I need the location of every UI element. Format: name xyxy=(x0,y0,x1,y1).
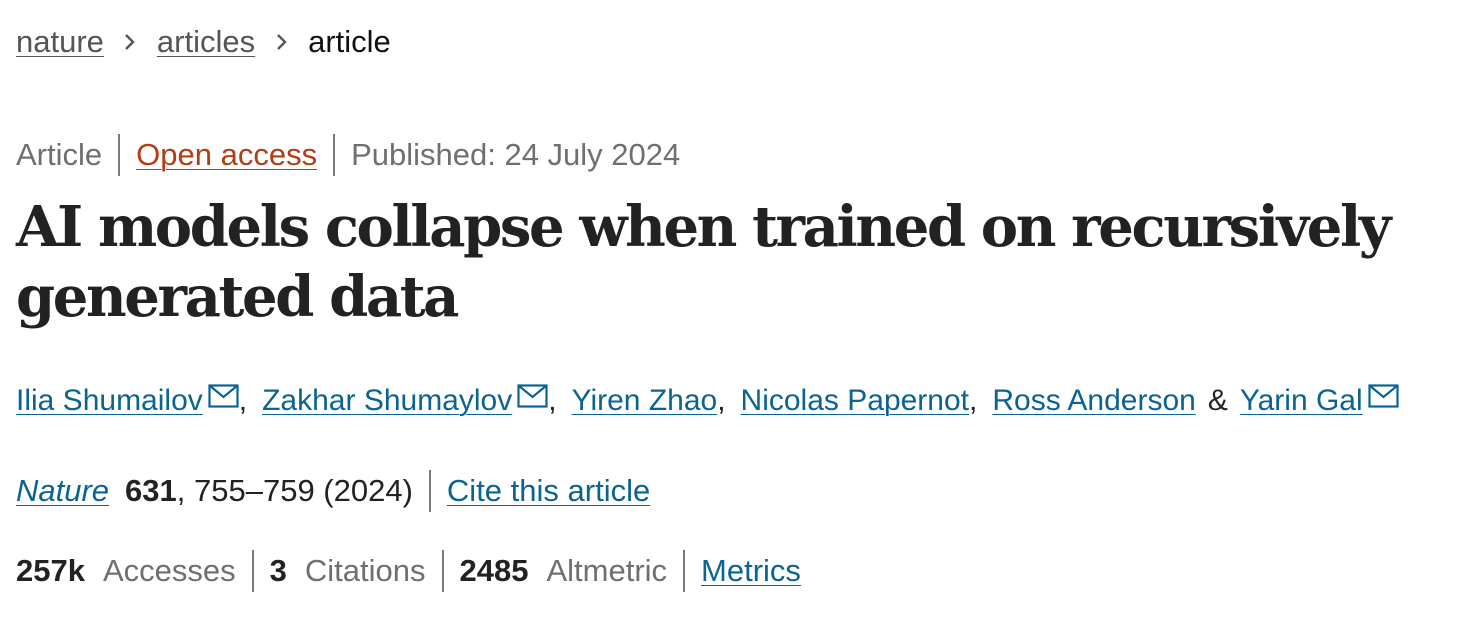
altmetric-label: Altmetric xyxy=(546,553,668,588)
author-separator: , xyxy=(238,384,248,417)
author-conjunction: & xyxy=(1207,384,1228,417)
author-separator: , xyxy=(717,384,726,417)
author-separator: , xyxy=(548,384,557,417)
published-date: Published: 24 July 2024 xyxy=(351,137,681,172)
envelope-icon[interactable] xyxy=(517,378,548,408)
breadcrumb-item-nature[interactable]: nature xyxy=(16,22,104,62)
citations-count: 3 xyxy=(269,553,287,588)
article-type: Article xyxy=(16,137,103,172)
breadcrumb-item-current: article xyxy=(308,24,391,59)
author-list: Ilia Shumailov , Zakhar Shumaylov , Yire… xyxy=(16,380,1399,422)
article-header: nature articles article Article Open acc… xyxy=(0,0,1474,622)
author-link[interactable]: Yarin Gal xyxy=(1240,380,1363,422)
journal-pages-year: , 755–759 (2024) xyxy=(176,473,413,508)
accesses-count: 257k xyxy=(16,553,85,588)
author-link[interactable]: Ross Anderson xyxy=(992,380,1195,422)
divider xyxy=(441,550,444,592)
divider xyxy=(683,550,686,592)
divider xyxy=(251,550,254,592)
divider xyxy=(333,134,336,176)
metrics-bar: 257k Accesses 3 Citations 2485 Altmetric… xyxy=(16,550,801,592)
citation-line: Nature 631 , 755–759 (2024) Cite this ar… xyxy=(16,470,650,512)
author-link[interactable]: Nicolas Papernot xyxy=(741,380,969,422)
breadcrumb: nature articles article xyxy=(16,22,391,62)
envelope-icon[interactable] xyxy=(208,378,239,408)
chevron-right-icon xyxy=(104,22,157,62)
accesses-label: Accesses xyxy=(102,553,236,588)
journal-volume: 631 xyxy=(125,473,177,508)
author-link[interactable]: Zakhar Shumaylov xyxy=(262,380,512,422)
article-title: AI models collapse when trained on recur… xyxy=(16,194,1391,330)
open-access-link[interactable]: Open access xyxy=(136,134,317,176)
chevron-right-icon xyxy=(255,22,308,62)
metrics-link[interactable]: Metrics xyxy=(701,550,801,592)
journal-link[interactable]: Nature xyxy=(16,470,109,512)
envelope-icon[interactable] xyxy=(1368,378,1399,408)
cite-this-article-link[interactable]: Cite this article xyxy=(447,470,650,512)
article-info: Article Open access Published: 24 July 2… xyxy=(16,134,680,176)
altmetric-score: 2485 xyxy=(459,553,529,588)
divider xyxy=(428,470,431,512)
author-link[interactable]: Ilia Shumailov xyxy=(16,380,203,422)
divider xyxy=(118,134,121,176)
author-link[interactable]: Yiren Zhao xyxy=(572,380,718,422)
author-separator: , xyxy=(969,384,978,417)
citations-label: Citations xyxy=(304,553,426,588)
breadcrumb-item-articles[interactable]: articles xyxy=(157,22,255,62)
